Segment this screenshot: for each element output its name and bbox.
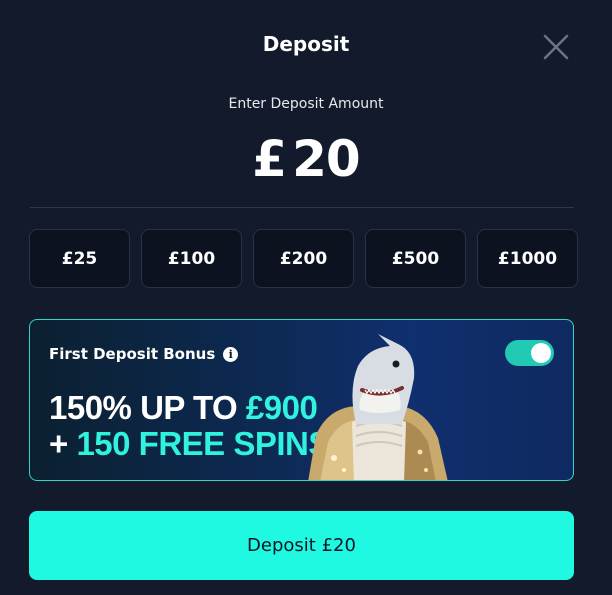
preset-button-1000[interactable]: £1000: [477, 229, 578, 288]
offer-line-2: + 150 FREE SPINS: [49, 425, 330, 462]
divider: [30, 207, 574, 208]
amount-value: 20: [292, 130, 361, 188]
deposit-button[interactable]: Deposit £20: [29, 511, 574, 580]
close-icon[interactable]: [540, 31, 572, 63]
toggle-knob: [531, 343, 551, 363]
info-icon[interactable]: i: [223, 346, 239, 362]
preset-button-200[interactable]: £200: [253, 229, 354, 288]
amount-label: Enter Deposit Amount: [228, 96, 384, 112]
currency-symbol: £: [252, 130, 287, 188]
amount-input[interactable]: £ 20: [0, 130, 612, 188]
offer-line-1: 150% UP TO £900: [49, 389, 318, 426]
preset-button-100[interactable]: £100: [141, 229, 242, 288]
preset-button-25[interactable]: £25: [29, 229, 130, 288]
preset-button-500[interactable]: £500: [365, 229, 466, 288]
modal-title: Deposit: [262, 32, 350, 56]
bonus-offer-text: 150% UP TO £900 + 150 FREE SPINS: [49, 390, 330, 462]
bonus-label: First Deposit Bonus: [49, 345, 216, 363]
shark-mascot-image: [308, 334, 448, 480]
bonus-banner: First Deposit Bonus i 150% UP TO £900 + …: [29, 319, 574, 481]
deposit-modal: Deposit Enter Deposit Amount £ 20 £25 £1…: [0, 0, 612, 595]
preset-amounts: £25 £100 £200 £500 £1000: [29, 229, 578, 288]
bonus-label-row: First Deposit Bonus i: [49, 345, 239, 363]
bonus-toggle[interactable]: [505, 340, 554, 366]
